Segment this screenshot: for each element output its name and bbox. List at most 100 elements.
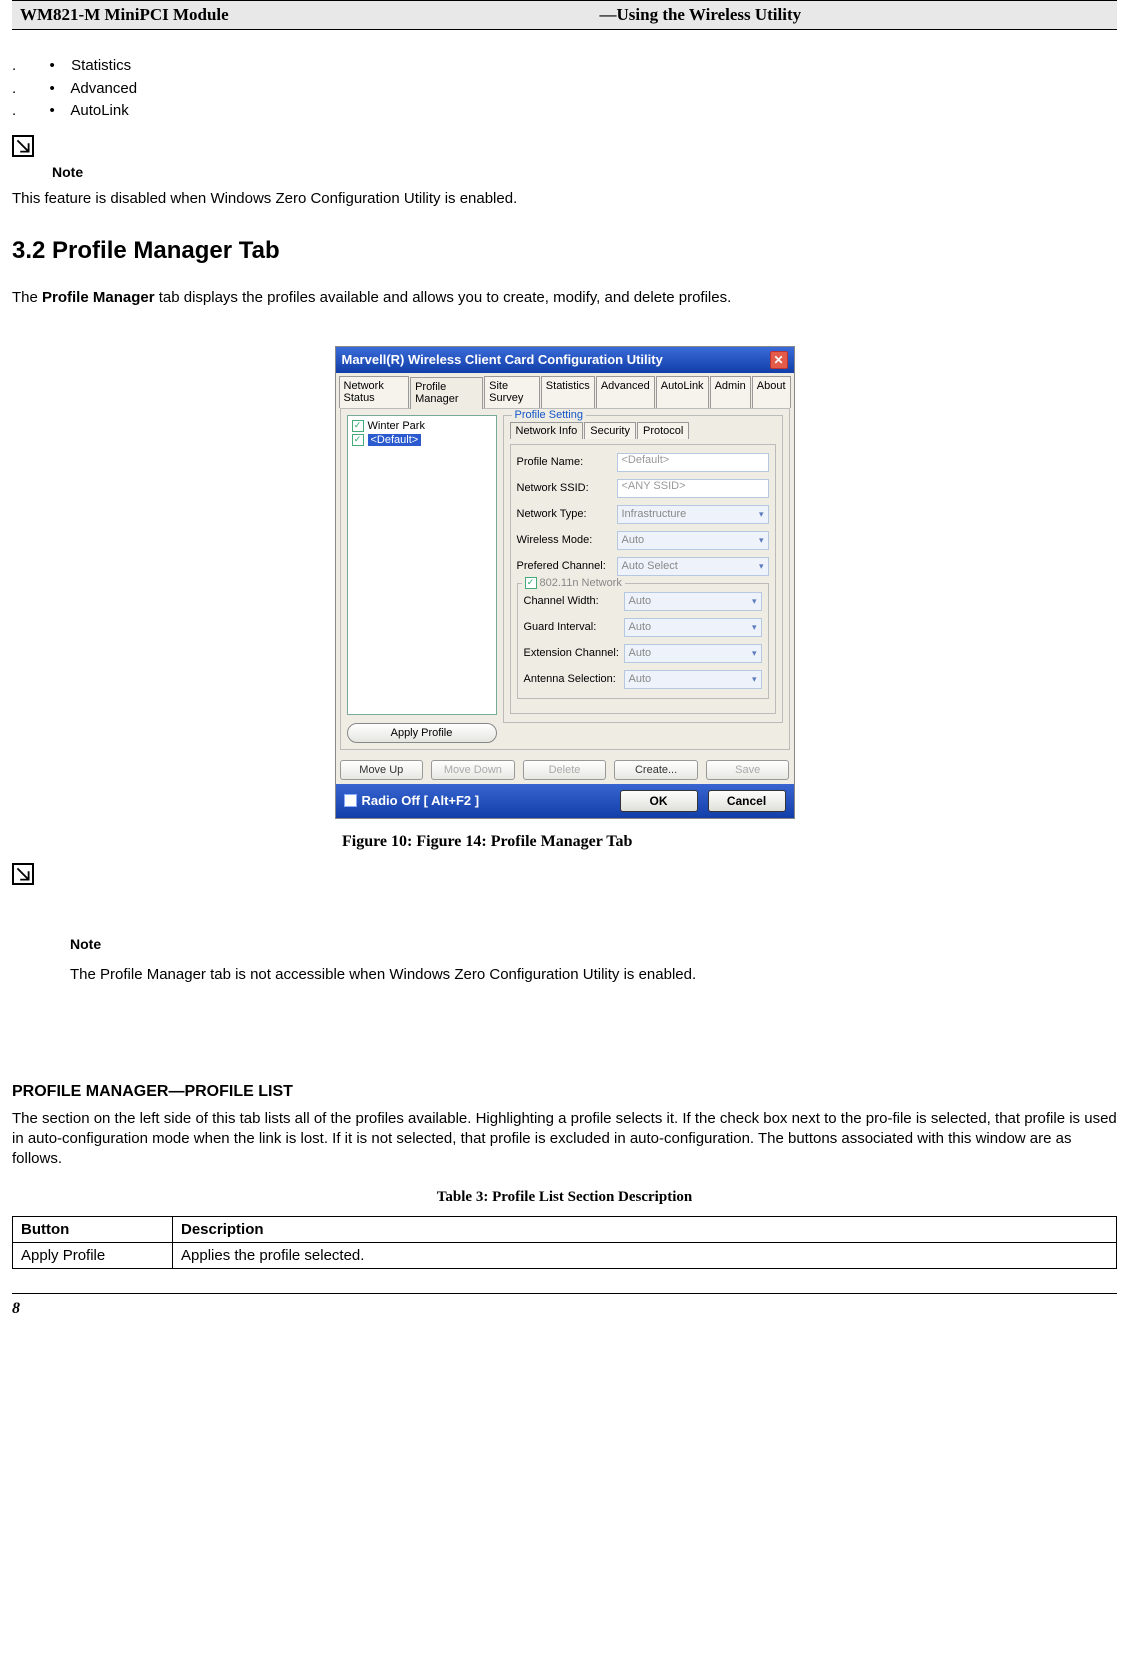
- bullet-label: AutoLink: [70, 102, 128, 119]
- tab-advanced[interactable]: Advanced: [596, 376, 655, 408]
- intro-bold: Profile Manager: [42, 289, 155, 306]
- table-caption: Table 3: Profile List Section Descriptio…: [12, 1189, 1117, 1206]
- close-icon[interactable]: ✕: [770, 351, 788, 369]
- profile-row[interactable]: <Default>: [352, 434, 492, 446]
- profile-row[interactable]: Winter Park: [352, 420, 492, 432]
- checkbox-icon[interactable]: [344, 794, 357, 807]
- antenna-selection-value: Auto: [629, 673, 652, 685]
- preferred-channel-select[interactable]: Auto Select▾: [617, 557, 769, 576]
- main-tabs: Network Status Profile Manager Site Surv…: [336, 373, 794, 408]
- bullet-item: . • Advanced: [12, 78, 1117, 101]
- tab-site-survey[interactable]: Site Survey: [484, 376, 540, 408]
- page-footer: 8: [12, 1293, 1117, 1318]
- profile-list[interactable]: Winter Park <Default>: [347, 415, 497, 715]
- table-cell-description: Applies the profile selected.: [173, 1243, 1117, 1269]
- note-arrow-icon: [12, 135, 34, 157]
- tab-autolink[interactable]: AutoLink: [656, 376, 709, 408]
- 80211n-checkbox[interactable]: [525, 577, 537, 589]
- note-block-2-icon: [12, 863, 1117, 886]
- subsection-heading: PROFILE MANAGER—PROFILE LIST: [12, 1083, 1117, 1101]
- tab-profile-manager[interactable]: Profile Manager: [410, 377, 483, 409]
- delete-button[interactable]: Delete: [523, 760, 607, 780]
- network-type-select[interactable]: Infrastructure ▾: [617, 505, 769, 524]
- chevron-down-icon: ▾: [752, 622, 757, 633]
- extension-channel-value: Auto: [629, 647, 652, 659]
- extension-channel-label: Extension Channel:: [524, 647, 624, 659]
- bullet-list: . • Statistics . • Advanced . • AutoLink: [12, 55, 1117, 123]
- profile-checkbox[interactable]: [352, 420, 364, 432]
- tab-network-status[interactable]: Network Status: [339, 376, 410, 408]
- tab-statistics[interactable]: Statistics: [541, 376, 595, 408]
- inner-tab-security[interactable]: Security: [584, 422, 636, 439]
- extension-channel-select[interactable]: Auto▾: [624, 644, 762, 663]
- section-heading: 3.2 Profile Manager Tab: [12, 237, 1117, 265]
- note-block-1: Note: [12, 135, 1117, 180]
- profile-list-column: Winter Park <Default> Apply Profile: [347, 415, 497, 743]
- profile-setting-fieldset: Profile Setting Network Info Security Pr…: [503, 415, 783, 723]
- bullet-item: . • Statistics: [12, 55, 1117, 78]
- header-left: WM821-M MiniPCI Module: [20, 5, 530, 25]
- bullet-item: . • AutoLink: [12, 100, 1117, 123]
- figure-caption: Figure 10: Figure 14: Profile Manager Ta…: [342, 833, 1117, 851]
- preferred-channel-label: Prefered Channel:: [517, 560, 617, 572]
- antenna-selection-select[interactable]: Auto▾: [624, 670, 762, 689]
- table-header-button: Button: [13, 1217, 173, 1243]
- guard-interval-value: Auto: [629, 621, 652, 633]
- chevron-down-icon: ▾: [759, 509, 764, 520]
- apply-profile-button[interactable]: Apply Profile: [347, 723, 497, 743]
- 80211n-fieldset: 802.11n Network Channel Width:Auto▾ Guar…: [517, 583, 769, 699]
- ok-cancel-group: OK Cancel: [620, 790, 786, 812]
- note-text-2: The Profile Manager tab is not accessibl…: [70, 966, 1117, 983]
- screenshot-window: Marvell(R) Wireless Client Card Configur…: [335, 346, 795, 819]
- tab-admin[interactable]: Admin: [710, 376, 751, 408]
- channel-width-label: Channel Width:: [524, 595, 624, 607]
- ok-button[interactable]: OK: [620, 790, 698, 812]
- wireless-mode-select[interactable]: Auto▾: [617, 531, 769, 550]
- profile-name: Winter Park: [368, 420, 425, 432]
- move-down-button[interactable]: Move Down: [431, 760, 515, 780]
- button-row: Move Up Move Down Delete Create... Save: [340, 760, 790, 780]
- bullet-label: Statistics: [71, 57, 131, 74]
- bullet-label: Advanced: [70, 80, 137, 97]
- figure-wrap: Marvell(R) Wireless Client Card Configur…: [12, 346, 1117, 819]
- network-ssid-label: Network SSID:: [517, 482, 617, 494]
- settings-panel: Profile Name:<Default> Network SSID:<ANY…: [510, 444, 776, 714]
- intro-prefix: The: [12, 289, 42, 306]
- preferred-channel-value: Auto Select: [622, 560, 678, 572]
- profile-name-input[interactable]: <Default>: [617, 453, 769, 472]
- create-button[interactable]: Create...: [614, 760, 698, 780]
- profile-setting-label: Profile Setting: [512, 409, 586, 421]
- guard-interval-select[interactable]: Auto ▾: [624, 618, 762, 637]
- network-type-value: Infrastructure: [622, 508, 687, 520]
- subsection-paragraph: The section on the left side of this tab…: [12, 1109, 1117, 1170]
- profile-checkbox[interactable]: [352, 434, 364, 446]
- chevron-down-icon: ▾: [759, 535, 764, 546]
- 80211n-text: 802.11n Network: [540, 577, 622, 589]
- radio-off-checkbox[interactable]: Radio Off [ Alt+F2 ]: [344, 793, 610, 808]
- window-title: Marvell(R) Wireless Client Card Configur…: [342, 352, 770, 367]
- note-text-1: This feature is disabled when Windows Ze…: [12, 190, 1117, 207]
- move-up-button[interactable]: Move Up: [340, 760, 424, 780]
- save-button[interactable]: Save: [706, 760, 790, 780]
- radio-off-label: Radio Off [ Alt+F2 ]: [362, 793, 480, 808]
- table-cell-button: Apply Profile: [13, 1243, 173, 1269]
- table-header-row: Button Description: [13, 1217, 1117, 1243]
- guard-interval-label: Guard Interval:: [524, 621, 624, 633]
- network-ssid-input[interactable]: <ANY SSID>: [617, 479, 769, 498]
- tab-about[interactable]: About: [752, 376, 791, 408]
- wireless-mode-label: Wireless Mode:: [517, 534, 617, 546]
- profile-name-selected: <Default>: [368, 434, 422, 446]
- profile-list-table: Button Description Apply Profile Applies…: [12, 1216, 1117, 1269]
- inner-tab-protocol[interactable]: Protocol: [637, 422, 689, 439]
- table-row: Apply Profile Applies the profile select…: [13, 1243, 1117, 1269]
- section-intro: The Profile Manager tab displays the pro…: [12, 289, 1117, 306]
- cancel-button[interactable]: Cancel: [708, 790, 786, 812]
- chevron-down-icon: ▾: [752, 596, 757, 607]
- note-arrow-icon: [12, 863, 34, 885]
- channel-width-select[interactable]: Auto▾: [624, 592, 762, 611]
- note-label: Note: [52, 164, 1117, 180]
- inner-tab-network-info[interactable]: Network Info: [510, 422, 584, 439]
- profile-setting-column: Profile Setting Network Info Security Pr…: [503, 415, 783, 743]
- inner-tabs: Network Info Security Protocol: [510, 422, 776, 439]
- dialog-body: Winter Park <Default> Apply Profile Prof…: [340, 408, 790, 750]
